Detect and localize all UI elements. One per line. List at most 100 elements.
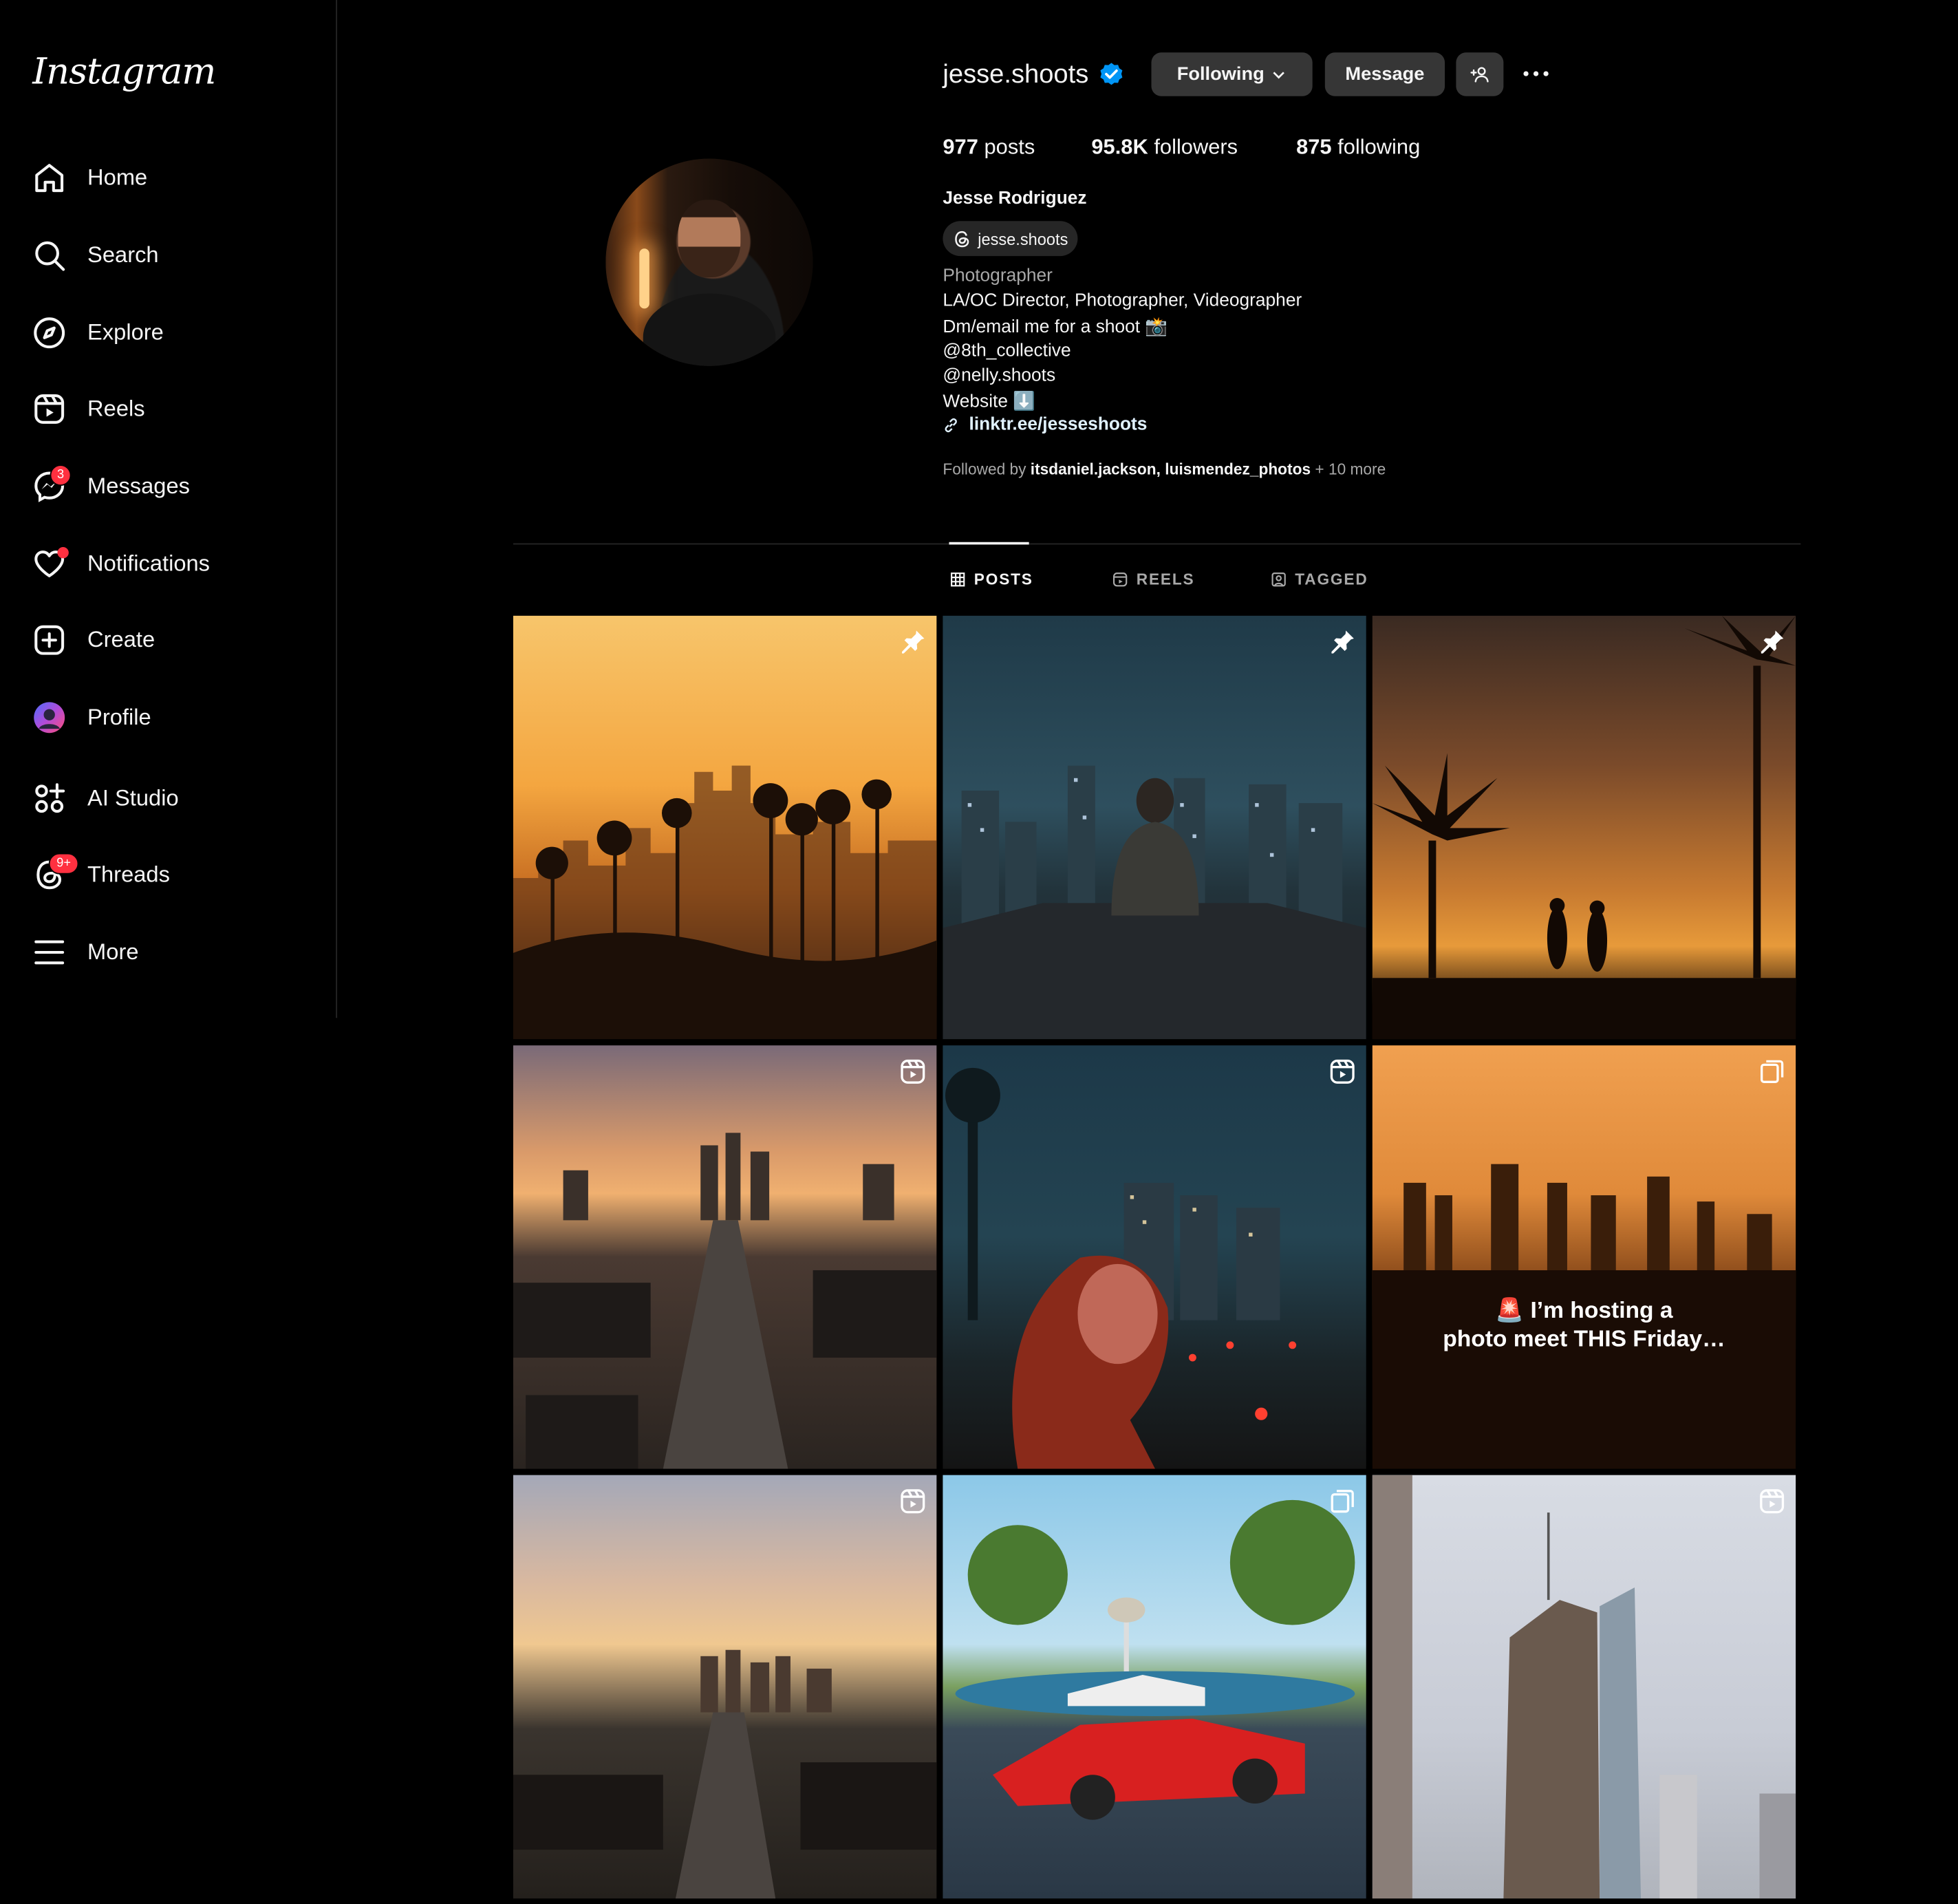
tab-posts[interactable]: POSTS — [950, 571, 1033, 588]
sidebar-item-label: Reels — [87, 395, 145, 420]
post-tile[interactable] — [943, 615, 1366, 1040]
sidebar-item-explore[interactable]: Explore — [32, 312, 319, 352]
post-image — [513, 1649, 937, 1898]
posts-count: 977 posts — [943, 135, 1035, 159]
reel-icon — [899, 1058, 927, 1085]
sidebar-item-messages[interactable]: 3 Messages — [32, 464, 319, 506]
profile-category: Photographer — [943, 266, 1053, 286]
chevron-down-icon — [1272, 67, 1287, 82]
post-tile[interactable] — [943, 1475, 1366, 1898]
post-tile[interactable] — [1372, 615, 1796, 1040]
post-tile[interactable]: 🚨 I’m hosting a photo meet THIS Friday… — [1372, 1045, 1796, 1469]
sidebar-item-more[interactable]: More — [32, 932, 319, 972]
profile-full-name: Jesse Rodriguez — [943, 189, 1087, 209]
sidebar-item-label: Profile — [87, 703, 151, 729]
verified-badge-icon — [1097, 61, 1125, 89]
compass-icon — [32, 315, 66, 349]
threads-handle: jesse.shoots — [978, 229, 1068, 248]
profile-avatar[interactable] — [605, 158, 813, 366]
sidebar-item-label: Explore — [87, 319, 164, 345]
profile-username: jesse.shoots — [943, 60, 1089, 89]
post-image — [1372, 1475, 1796, 1898]
avatar-lamp — [639, 248, 649, 309]
bio-line[interactable]: @8th_collective — [943, 341, 1071, 361]
followers-count[interactable]: 95.8K followers — [1091, 135, 1238, 160]
instagram-logo[interactable]: Instagram — [32, 50, 216, 93]
message-button[interactable]: Message — [1324, 52, 1445, 96]
tabs-divider — [513, 543, 1801, 545]
post-tile[interactable] — [1372, 1475, 1796, 1898]
sidebar-item-create[interactable]: Create — [32, 619, 319, 659]
pin-icon — [899, 628, 927, 656]
add-person-icon — [1469, 63, 1492, 86]
reel-icon — [1328, 1058, 1356, 1085]
post-tile[interactable] — [513, 615, 937, 1040]
post-image — [943, 765, 1366, 1040]
messenger-icon: 3 — [32, 464, 72, 503]
link-icon — [943, 416, 969, 433]
sidebar-item-ai-studio[interactable]: AI Studio — [32, 778, 319, 818]
threads-icon — [953, 229, 978, 248]
more-options-icon[interactable] — [1518, 60, 1553, 87]
messages-badge: 3 — [50, 464, 72, 486]
post-image — [1372, 1164, 1796, 1469]
reels-icon — [1112, 572, 1136, 587]
pin-icon — [1328, 628, 1356, 656]
reel-icon — [1758, 1488, 1786, 1515]
following-count[interactable]: 875 following — [1296, 135, 1420, 160]
sidebar-item-label: Messages — [87, 473, 190, 498]
sidebar-item-search[interactable]: Search — [32, 235, 319, 275]
sidebar-item-notifications[interactable]: Notifications — [32, 544, 319, 584]
bio-line: Website ⬇️ — [943, 392, 1036, 412]
caption-line: 🚨 I’m hosting a — [1495, 1296, 1673, 1323]
followed-by[interactable]: Followed by itsdaniel.jackson, luismende… — [943, 461, 1386, 478]
sidebar-item-profile[interactable]: Profile — [32, 697, 319, 737]
ai-studio-icon — [32, 781, 66, 815]
sidebar-item-home[interactable]: Home — [32, 158, 319, 197]
avatar-face — [678, 200, 741, 277]
sidebar-item-label: Home — [87, 164, 148, 189]
carousel-icon — [1328, 1488, 1356, 1515]
pin-icon — [1758, 628, 1786, 656]
profile-link[interactable]: linktr.ee/jesseshoots — [943, 415, 1147, 435]
tagged-icon — [1271, 572, 1295, 587]
threads-icon: 9+ — [32, 852, 79, 891]
active-tab-indicator — [949, 542, 1029, 545]
message-button-label: Message — [1345, 63, 1425, 85]
caption-line: photo meet THIS Friday… — [1443, 1325, 1725, 1351]
threads-handle-pill[interactable]: jesse.shoots — [943, 221, 1078, 257]
bio-line: Dm/email me for a shoot 📸 — [943, 317, 1168, 338]
sidebar: Instagram Home Search Explore Reels 3 Me… — [0, 0, 338, 1018]
sidebar-item-threads[interactable]: 9+ Threads — [32, 852, 319, 895]
sidebar-item-label: AI Studio — [87, 784, 179, 811]
sidebar-item-label: Notifications — [87, 550, 211, 575]
bio-line[interactable]: @nelly.shoots — [943, 366, 1055, 386]
suggest-people-button[interactable] — [1456, 52, 1504, 96]
sidebar-item-label: Threads — [87, 861, 170, 886]
tab-tagged[interactable]: TAGGED — [1271, 571, 1368, 588]
threads-badge: 9+ — [48, 852, 79, 874]
post-tile[interactable] — [943, 1045, 1366, 1469]
reel-icon — [899, 1488, 927, 1515]
post-image — [513, 765, 937, 1040]
sidebar-item-label: Search — [87, 242, 159, 267]
profile-link-text: linktr.ee/jesseshoots — [969, 414, 1148, 435]
post-tile[interactable] — [513, 1045, 937, 1469]
plus-square-icon — [32, 623, 66, 656]
post-caption-overlay: 🚨 I’m hosting a photo meet THIS Friday… — [1373, 1295, 1796, 1352]
bio-line: LA/OC Director, Photographer, Videograph… — [943, 290, 1302, 311]
post-tile[interactable] — [513, 1475, 937, 1898]
sidebar-item-reels[interactable]: Reels — [32, 388, 319, 428]
notification-dot — [57, 546, 69, 558]
post-image — [1372, 615, 1796, 1040]
post-image — [945, 1067, 1297, 1469]
following-button[interactable]: Following — [1151, 52, 1313, 96]
menu-icon — [32, 935, 66, 969]
sidebar-item-label: Create — [87, 626, 155, 652]
home-icon — [32, 160, 66, 194]
sidebar-item-label: More — [87, 939, 139, 964]
tab-reels[interactable]: REELS — [1112, 571, 1194, 588]
grid-icon — [950, 572, 973, 587]
reels-icon — [32, 392, 66, 425]
search-icon — [32, 238, 66, 272]
